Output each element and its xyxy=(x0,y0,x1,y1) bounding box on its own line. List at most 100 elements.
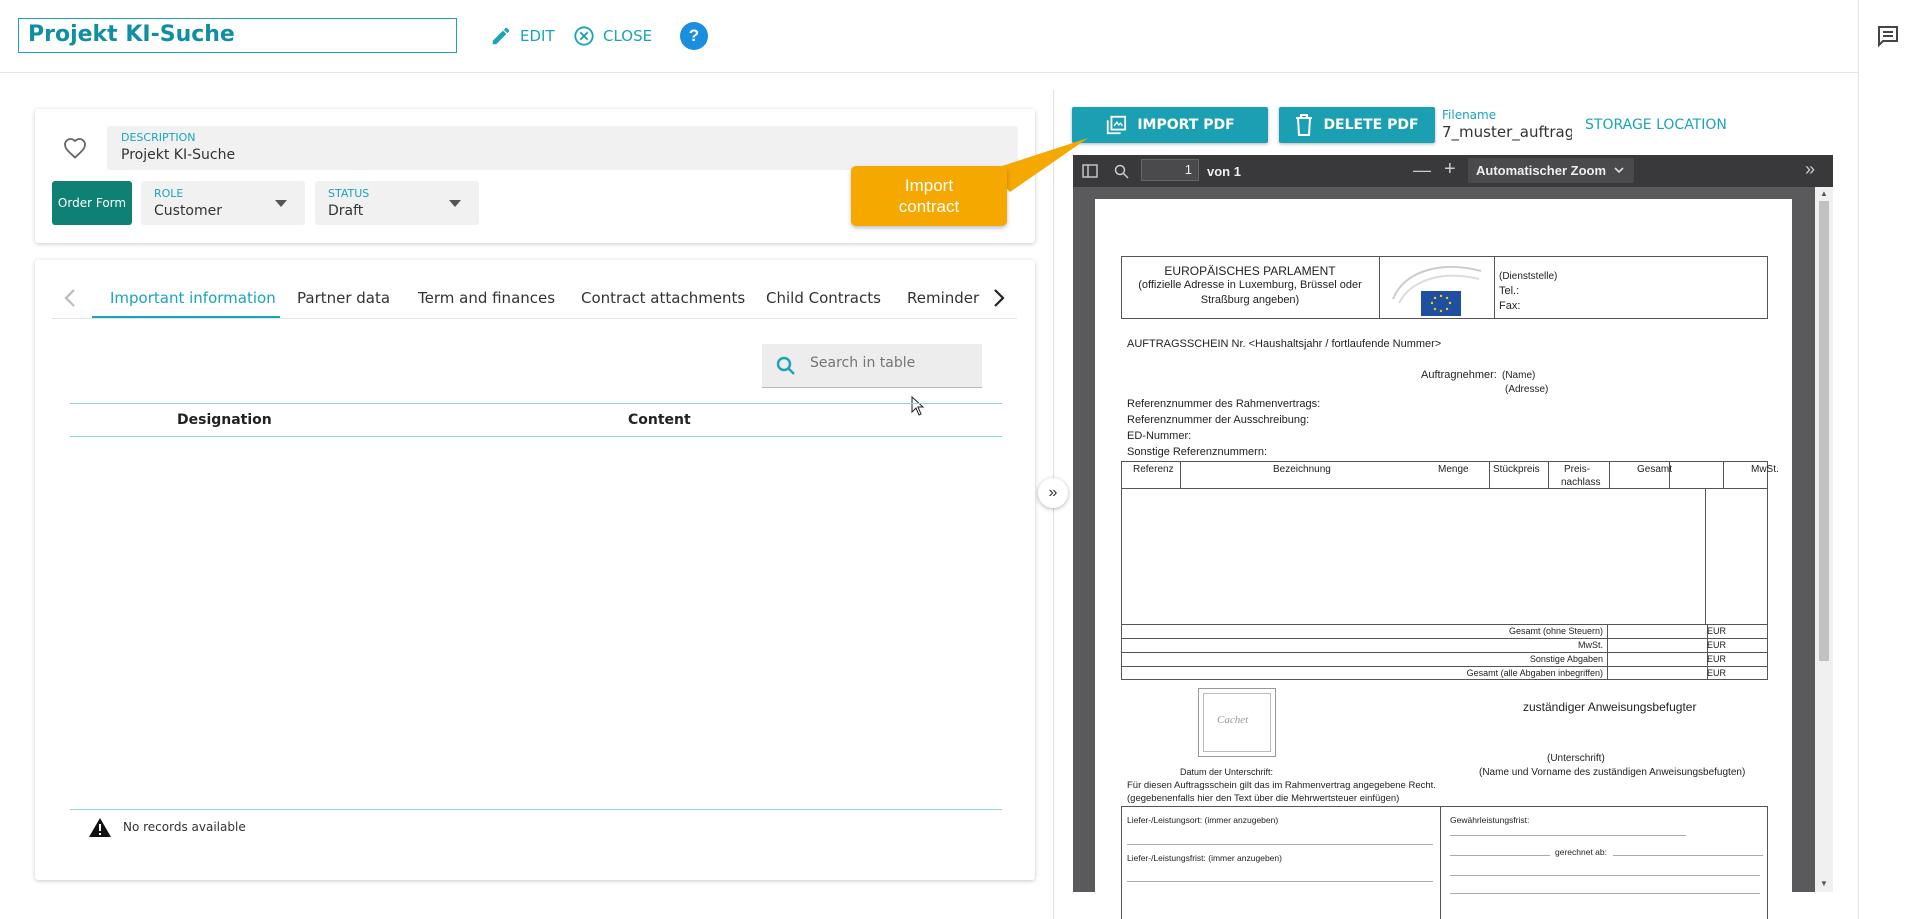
heart-icon[interactable] xyxy=(63,137,87,159)
pdf-officer-name: (Name und Vorname des zuständigen Anweis… xyxy=(1479,767,1746,778)
pdf-total-unit: EUR xyxy=(1707,626,1727,636)
pdf-header-right-l3: Fax: xyxy=(1499,300,1521,312)
description-value: Projekt KI-Suche xyxy=(121,147,236,163)
eu-parliament-logo xyxy=(1392,265,1482,316)
role-label: ROLE xyxy=(154,187,184,200)
pdf-scrollbar-thumb[interactable] xyxy=(1819,201,1829,661)
project-title-field[interactable]: Projekt KI-Suche xyxy=(18,18,457,53)
tabs-scroll-left-icon[interactable] xyxy=(64,288,76,308)
close-circle-icon xyxy=(574,26,594,46)
dropdown-arrow-icon xyxy=(275,200,287,207)
pdf-contractor-name: (Name) xyxy=(1502,370,1536,381)
pdf-page: EUROPÄISCHES PARLAMENT (offizielle Adres… xyxy=(1095,199,1792,919)
pdf-header-right-l1: (Dienststelle) xyxy=(1499,271,1558,282)
pdf-col-stueckpreis: Stückpreis xyxy=(1493,464,1540,475)
tab-important-information[interactable]: Important information xyxy=(110,289,276,307)
search-icon xyxy=(776,356,795,375)
pdf-total-label: Gesamt (ohne Steuern) xyxy=(1508,626,1603,636)
tab-child-contracts[interactable]: Child Contracts xyxy=(766,289,881,307)
warning-icon xyxy=(89,818,111,837)
pdf-authorizing-officer: zuständiger Anweisungsbefugter xyxy=(1523,700,1697,714)
table-header-line xyxy=(70,436,1002,437)
tooltip-text-line1: Import xyxy=(904,176,954,195)
comment-icon[interactable] xyxy=(1876,24,1900,48)
pdf-total-unit: EUR xyxy=(1707,640,1727,650)
delete-pdf-button[interactable]: DELETE PDF xyxy=(1279,107,1435,143)
pdf-scrollbar[interactable]: ▲ ▼ xyxy=(1815,187,1833,892)
close-label: CLOSE xyxy=(603,27,653,45)
import-pdf-button[interactable]: IMPORT PDF xyxy=(1072,107,1268,143)
pdf-law-line2: (gegebenenfalls hier den Text über die M… xyxy=(1127,793,1400,804)
pdf-total-label: Sonstige Abgaben xyxy=(1529,654,1603,664)
pdf-warranty: Gewährleistungsfrist: xyxy=(1450,815,1530,825)
tabs-divider xyxy=(52,318,1017,319)
zoom-select[interactable]: Automatischer Zoom xyxy=(1468,158,1634,183)
sidebar-toggle-icon[interactable] xyxy=(1082,164,1098,178)
pdf-col-preis: Preis- xyxy=(1564,464,1591,475)
pdf-ref-line: Sonstige Referenznummern: xyxy=(1127,446,1268,458)
collapse-panel-button[interactable]: » xyxy=(1038,478,1068,508)
description-field[interactable]: DESCRIPTION Projekt KI-Suche xyxy=(107,126,1018,170)
pdf-signature: (Unterschrift) xyxy=(1547,753,1605,764)
import-contract-tooltip: Import contract xyxy=(851,166,1007,226)
zoom-in-button[interactable]: + xyxy=(1444,158,1456,181)
import-pdf-icon xyxy=(1107,115,1127,135)
tools-menu-button[interactable]: » xyxy=(1805,159,1815,180)
tab-partner-data[interactable]: Partner data xyxy=(297,289,390,307)
pdf-delivery-period: Liefer-/Leistungsfrist: (immer anzugeben… xyxy=(1127,853,1282,863)
pdf-col-referenz: Referenz xyxy=(1133,464,1174,475)
help-button[interactable]: ? xyxy=(680,22,708,50)
pdf-header-left-l3: Straßburg angeben) xyxy=(1200,294,1300,306)
status-value: Draft xyxy=(328,203,364,219)
pdf-col-nachlass: nachlass xyxy=(1561,477,1601,488)
filename-value: 7_muster_auftrags xyxy=(1442,123,1572,141)
pdf-total-unit: EUR xyxy=(1707,668,1727,678)
status-label: STATUS xyxy=(328,187,370,200)
close-button[interactable]: CLOSE xyxy=(573,25,652,47)
column-header-designation[interactable]: Designation xyxy=(177,412,272,428)
edit-button[interactable]: EDIT xyxy=(490,25,555,47)
pdf-order-title: AUFTRAGSSCHEIN Nr. <Haushaltsjahr / fort… xyxy=(1127,338,1442,350)
empty-table-message: No records available xyxy=(123,820,246,834)
pdf-total-unit: EUR xyxy=(1707,654,1727,664)
pdf-contractor-address: (Adresse) xyxy=(1505,384,1549,395)
table-search-input[interactable] xyxy=(808,354,972,372)
page-count: von 1 xyxy=(1207,164,1241,179)
pdf-stamp-box: Cachet xyxy=(1198,688,1276,757)
import-pdf-label: IMPORT PDF xyxy=(1137,117,1235,133)
pdf-signature-date: Datum der Unterschrift: xyxy=(1180,767,1274,777)
status-select[interactable]: STATUS Draft xyxy=(315,181,479,225)
pdf-col-menge: Menge xyxy=(1438,464,1469,475)
mouse-cursor-icon xyxy=(911,396,925,416)
description-label: DESCRIPTION xyxy=(121,131,196,144)
tab-reminder[interactable]: Reminder xyxy=(907,289,979,307)
dropdown-arrow-icon xyxy=(449,200,461,207)
right-rail xyxy=(1858,0,1920,919)
order-form-button[interactable]: Order Form xyxy=(52,181,132,225)
role-value: Customer xyxy=(154,203,223,219)
pdf-header-left-l1: EUROPÄISCHES PARLAMENT xyxy=(1164,264,1336,278)
column-header-content[interactable]: Content xyxy=(628,412,691,428)
tabs-scroll-right-icon[interactable] xyxy=(993,288,1005,308)
pdf-delivery-place: Liefer-/Leistungsort: (immer anzugeben) xyxy=(1127,815,1279,825)
pdf-ref-line: Referenznummer der Ausschreibung: xyxy=(1127,414,1310,426)
pdf-ref-line: ED-Nummer: xyxy=(1127,430,1192,442)
pdf-total-label: Gesamt (alle Abgaben inbegriffen) xyxy=(1466,668,1603,678)
role-select[interactable]: ROLE Customer xyxy=(141,181,305,225)
pdf-col-bezeichnung: Bezeichnung xyxy=(1273,464,1331,475)
storage-location-button[interactable]: STORAGE LOCATION xyxy=(1585,117,1727,133)
edit-label: EDIT xyxy=(520,27,555,45)
page-number-input[interactable]: 1 xyxy=(1141,159,1199,181)
pdf-calculated-from: gerechnet ab: xyxy=(1555,847,1607,857)
table-search-field[interactable] xyxy=(762,344,982,388)
table-bottom-line xyxy=(70,809,1002,810)
tab-term-and-finances[interactable]: Term and finances xyxy=(418,289,555,307)
pdf-col-mwst: MwSt. xyxy=(1751,464,1779,475)
pdf-search-icon[interactable] xyxy=(1114,164,1129,179)
tab-contract-attachments[interactable]: Contract attachments xyxy=(581,289,745,307)
delete-pdf-label: DELETE PDF xyxy=(1323,117,1419,133)
zoom-out-button[interactable]: — xyxy=(1413,160,1431,181)
tooltip-text-line2: contract xyxy=(898,197,960,216)
pdf-law-line1: Für diesen Auftragsschein gilt das im Ra… xyxy=(1127,780,1436,791)
pdf-header-left-l2: (offizielle Adresse in Luxemburg, Brüsse… xyxy=(1138,279,1362,291)
